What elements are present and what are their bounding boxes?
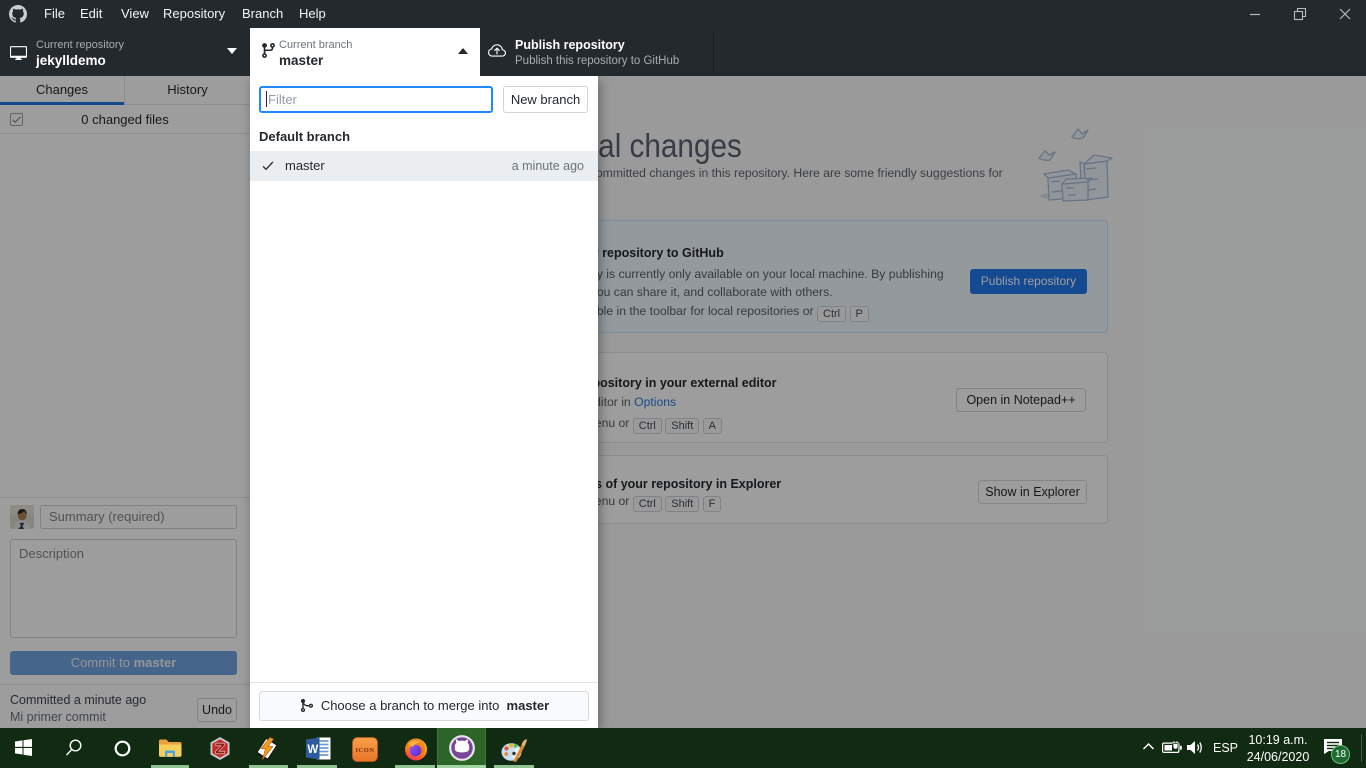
svg-text:W: W bbox=[307, 744, 318, 756]
svg-text:ICON: ICON bbox=[356, 747, 375, 754]
